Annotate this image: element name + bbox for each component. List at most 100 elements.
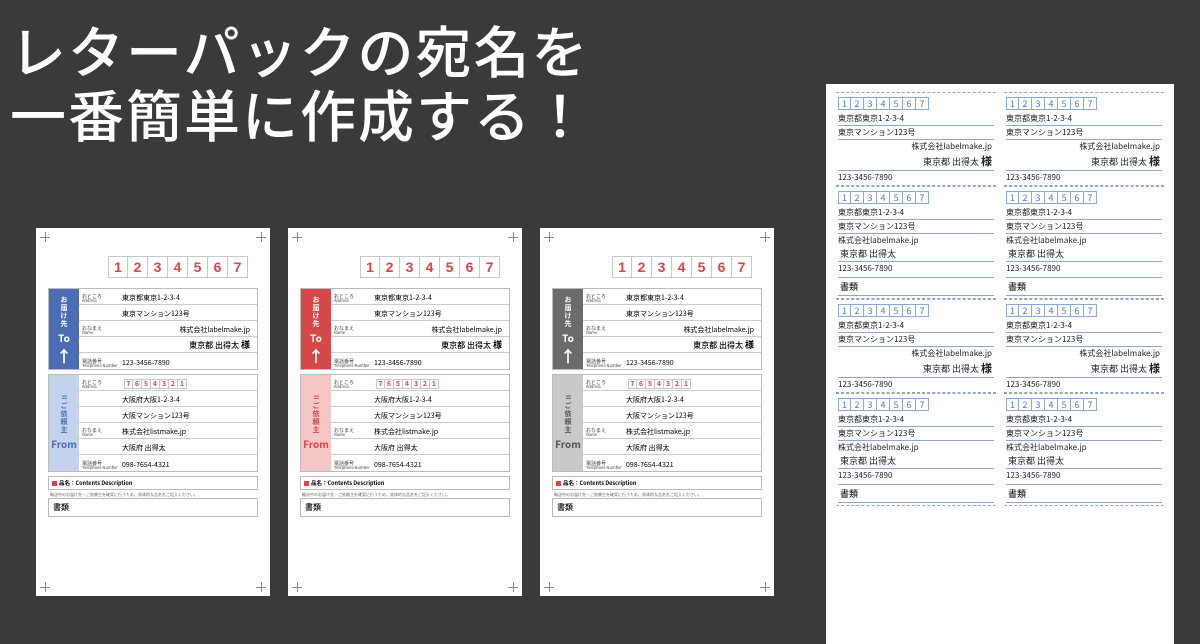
label-row: 1234567 東京都東京1-2-3-4 東京マンション123号 株式会社lab… — [836, 393, 1164, 506]
postal-digit: 4 — [877, 97, 890, 110]
postal-digit: 3 — [400, 256, 420, 278]
letterpack-forms-row: 1234567 お届け先 To ↑ おところAddress東京都東京1-2-3-… — [36, 228, 774, 596]
postal-digit: 2 — [851, 398, 864, 411]
label-addr1: 東京都東京1-2-3-4 — [838, 413, 994, 427]
to-block: お届け先 To ↑ おところAddress東京都東京1-2-3-4 東京マンショ… — [300, 288, 510, 370]
postal-digit-small: 6 — [133, 379, 142, 389]
label-addr1: 東京都東京1-2-3-4 — [838, 206, 994, 220]
postal-digit: 1 — [1006, 398, 1019, 411]
postal-digit: 5 — [692, 256, 712, 278]
label-name: 東京都 出得太 — [838, 453, 994, 469]
postal-digit-small: 1 — [682, 379, 691, 389]
label-company: 株式会社labelmake.jp — [1006, 140, 1162, 152]
postal-digit: 2 — [1019, 398, 1032, 411]
postal-digit: 6 — [1071, 304, 1084, 317]
postal-digit: 2 — [632, 256, 652, 278]
postal-digit: 4 — [877, 304, 890, 317]
postal-digit: 4 — [1045, 398, 1058, 411]
postal-digit: 3 — [652, 256, 672, 278]
postal-digit: 7 — [732, 256, 752, 278]
from-side-tab: ::::: ご依頼主 From — [49, 375, 79, 471]
postal-digit: 3 — [1032, 97, 1045, 110]
label-addr2: 東京マンション123号 — [838, 333, 994, 347]
postal-digit-small: 4 — [151, 379, 160, 389]
postal-digit: 2 — [1019, 191, 1032, 204]
postal-digit-small: 3 — [412, 379, 421, 389]
postal-digit: 7 — [1084, 398, 1097, 411]
postal-digit: 1 — [838, 191, 851, 204]
postal-box: 1234567 — [838, 97, 994, 110]
label-addr1: 東京都東京1-2-3-4 — [1006, 112, 1162, 126]
label-addr1: 東京都東京1-2-3-4 — [1006, 319, 1162, 333]
label-addr1: 東京都東京1-2-3-4 — [838, 319, 994, 333]
postal-digit: 2 — [851, 191, 864, 204]
postal-digit: 2 — [851, 304, 864, 317]
postal-digit: 1 — [108, 256, 128, 278]
label-addr1: 東京都東京1-2-3-4 — [1006, 206, 1162, 220]
postal-digit-small: 3 — [160, 379, 169, 389]
postal-digit: 2 — [1019, 97, 1032, 110]
to-block: お届け先 To ↑ おところAddress東京都東京1-2-3-4 東京マンショ… — [552, 288, 762, 370]
postal-digit: 1 — [838, 398, 851, 411]
label-name: 東京都 出得太様 — [1006, 359, 1162, 378]
address-label: 1234567 東京都東京1-2-3-4 東京マンション123号 株式会社lab… — [1004, 299, 1164, 393]
label-tel: 123-3456-7890 — [838, 469, 994, 481]
from-block: ::::: ご依頼主 From おところAddress7654321 大阪府大阪… — [552, 374, 762, 472]
postal-digit: 7 — [228, 256, 248, 278]
up-arrow-icon: ↑ — [560, 347, 576, 363]
label-category: 書類 — [838, 484, 994, 503]
postal-digit-small: 1 — [178, 379, 187, 389]
postal-digit: 6 — [208, 256, 228, 278]
postal-box-from: 7654321 — [628, 379, 691, 389]
postal-digit-small: 6 — [385, 379, 394, 389]
postal-digit: 6 — [1071, 398, 1084, 411]
postal-digit: 5 — [440, 256, 460, 278]
label-addr2: 東京マンション123号 — [1006, 220, 1162, 234]
postal-digit: 2 — [380, 256, 400, 278]
postal-digit: 6 — [712, 256, 732, 278]
postal-digit: 5 — [890, 191, 903, 204]
postal-digit: 5 — [1058, 398, 1071, 411]
label-tel: 123-3456-7890 — [1006, 469, 1162, 481]
up-arrow-icon: ↑ — [308, 347, 324, 363]
label-category: 書類 — [1006, 484, 1162, 503]
postal-digit: 2 — [128, 256, 148, 278]
postal-digit: 7 — [916, 304, 929, 317]
label-name: 東京都 出得太 — [1006, 453, 1162, 469]
postal-digit: 3 — [864, 97, 877, 110]
postal-digit: 1 — [360, 256, 380, 278]
contents-description: 品名：Contents Description — [48, 476, 258, 490]
postal-digit: 3 — [1032, 191, 1045, 204]
label-addr1: 東京都東京1-2-3-4 — [838, 112, 994, 126]
category-box: 書類 — [48, 498, 258, 517]
label-tel: 123-3456-7890 — [838, 171, 994, 183]
postal-digit: 7 — [1084, 191, 1097, 204]
postal-digit: 5 — [1058, 304, 1071, 317]
postal-box: 1234567 — [1006, 398, 1162, 411]
postal-digit: 4 — [420, 256, 440, 278]
postal-digit: 6 — [1071, 191, 1084, 204]
label-addr2: 東京マンション123号 — [838, 427, 994, 441]
label-row: 1234567 東京都東京1-2-3-4 東京マンション123号 株式会社lab… — [836, 186, 1164, 299]
label-company: 株式会社labelmake.jp — [838, 140, 994, 152]
postal-digit-small: 2 — [421, 379, 430, 389]
postal-digit: 4 — [877, 398, 890, 411]
postal-digit: 7 — [916, 97, 929, 110]
label-category: 書類 — [1006, 277, 1162, 296]
postal-digit-small: 4 — [403, 379, 412, 389]
label-company: 株式会社labelmake.jp — [838, 234, 994, 246]
postal-digit: 1 — [838, 97, 851, 110]
from-block: ::::: ご依頼主 From おところAddress7654321 大阪府大阪… — [48, 374, 258, 472]
postal-digit: 3 — [1032, 398, 1045, 411]
postal-digit: 5 — [188, 256, 208, 278]
to-side-tab: お届け先 To ↑ — [301, 289, 331, 369]
address-label: 1234567 東京都東京1-2-3-4 東京マンション123号 株式会社lab… — [1004, 92, 1164, 186]
label-company: 株式会社labelmake.jp — [838, 347, 994, 359]
postal-box-to: 1234567 — [108, 256, 258, 278]
label-row: 1234567 東京都東京1-2-3-4 東京マンション123号 株式会社lab… — [836, 299, 1164, 393]
postal-digit-small: 5 — [646, 379, 655, 389]
label-name: 東京都 出得太様 — [838, 152, 994, 171]
postal-digit: 7 — [1084, 97, 1097, 110]
postal-digit: 6 — [460, 256, 480, 278]
label-tel: 123-3456-7890 — [1006, 378, 1162, 390]
